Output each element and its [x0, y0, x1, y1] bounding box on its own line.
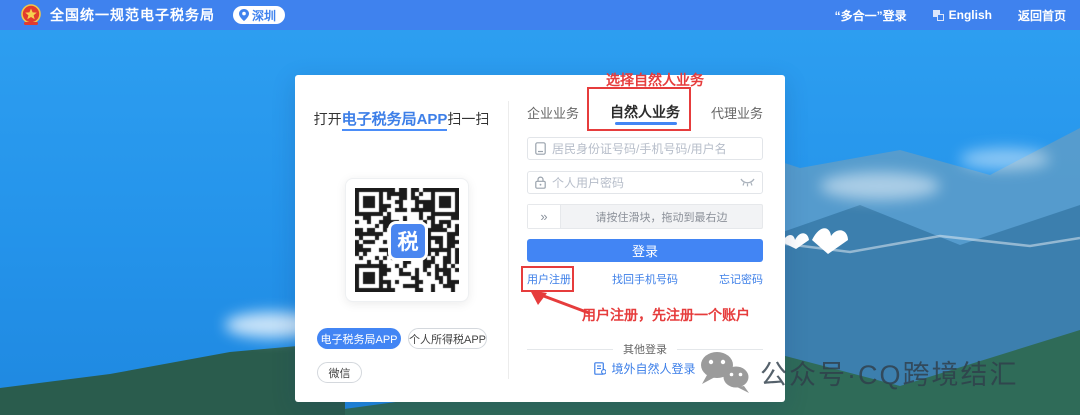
annotation-register-note: 用户注册，先注册一个账户: [582, 305, 750, 325]
eye-slash-icon[interactable]: [740, 178, 755, 187]
id-card-icon: [535, 142, 546, 155]
qr-code: 税: [345, 178, 469, 302]
tab-enterprise[interactable]: 企业业务: [527, 103, 579, 122]
location-label: 深圳: [252, 7, 276, 24]
captcha-slider-handle[interactable]: »: [528, 205, 561, 228]
scan-suffix: 扫一扫: [447, 111, 489, 127]
topbar-links: “多合一”登录 English 返回首页: [835, 7, 1066, 24]
tab-agent[interactable]: 代理业务: [711, 103, 763, 122]
tab-natural-person[interactable]: 自然人业务: [610, 102, 680, 122]
tax-emblem-logo: [20, 4, 42, 26]
register-link[interactable]: 用户注册: [527, 271, 571, 287]
iit-app-tab[interactable]: 个人所得税APP: [408, 328, 487, 349]
top-navigation-bar: 全国统一规范电子税务局 深圳 “多合一”登录 English 返回首页: [0, 0, 1080, 30]
location-selector[interactable]: 深圳: [233, 6, 285, 24]
slider-hint-text: 请按住滑块，拖动到最右边: [561, 209, 762, 225]
lock-icon: [535, 176, 546, 189]
etax-app-tab[interactable]: 电子税务局APP: [317, 328, 401, 349]
english-label: English: [949, 8, 992, 22]
retrieve-phone-link[interactable]: 找回手机号码: [612, 271, 678, 287]
login-card: 打开电子税务局APP扫一扫 税 电子税务局APP 个人所得税APP 微信 企业业…: [295, 75, 785, 402]
password-input[interactable]: [552, 176, 734, 190]
location-pin-icon: [239, 9, 249, 21]
wechat-tab[interactable]: 微信: [317, 362, 362, 383]
active-tab-underline: [615, 122, 677, 125]
multi-login-link[interactable]: “多合一”登录: [835, 7, 907, 24]
business-tabs: 企业业务 自然人业务 代理业务: [527, 102, 763, 122]
chevron-double-right-icon: »: [540, 209, 547, 224]
scan-instruction: 打开电子税务局APP扫一扫: [295, 108, 508, 129]
username-input[interactable]: [552, 142, 755, 156]
divider-line: [527, 349, 613, 350]
english-link[interactable]: English: [933, 8, 992, 22]
overseas-login-label: 境外自然人登录: [611, 360, 695, 377]
login-form: 企业业务 自然人业务 代理业务: [527, 75, 763, 402]
username-field-wrap: [527, 137, 763, 160]
etax-app-link[interactable]: 电子税务局APP: [342, 111, 448, 131]
other-login-label: 其他登录: [623, 341, 667, 357]
app-title: 全国统一规范电子税务局: [50, 5, 215, 25]
helper-links: 用户注册 找回手机号码 忘记密码: [527, 271, 763, 287]
password-field-wrap: [527, 171, 763, 194]
forgot-password-link[interactable]: 忘记密码: [719, 271, 763, 287]
other-login-divider: 其他登录: [527, 341, 763, 357]
qr-center-logo: 税: [391, 224, 425, 258]
translate-icon: [933, 10, 944, 21]
annotation-select-tab: 选择自然人业务: [606, 70, 704, 90]
card-divider: [508, 101, 509, 379]
divider-line: [677, 349, 763, 350]
overseas-login-link[interactable]: 境外自然人登录: [527, 360, 763, 377]
login-button[interactable]: 登录: [527, 239, 763, 262]
return-home-link[interactable]: 返回首页: [1018, 7, 1066, 24]
captcha-slider-track[interactable]: » 请按住滑块，拖动到最右边: [527, 204, 763, 229]
scan-prefix: 打开: [314, 111, 342, 127]
passport-doc-icon: [594, 362, 606, 375]
